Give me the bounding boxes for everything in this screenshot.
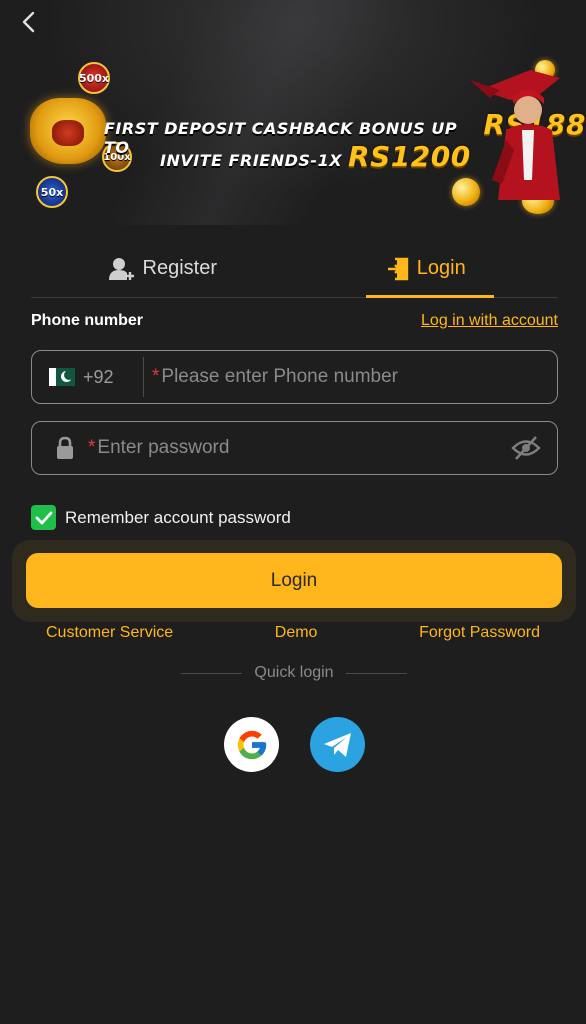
remember-password-checkbox[interactable]: Remember account password (31, 505, 291, 530)
banner-line2-text: INVITE FRIENDS-1X (160, 151, 343, 170)
banner-subline: INVITE FRIENDS-1X RS1200 (160, 140, 471, 173)
login-door-icon (387, 257, 408, 280)
phone-placeholder: Please enter Phone number (161, 366, 399, 387)
badge-label: 500x (78, 71, 110, 85)
telegram-icon (323, 732, 351, 757)
quick-login-label: Quick login (254, 664, 334, 681)
google-icon (237, 730, 266, 759)
phone-label-row: Phone number Log in with account (31, 312, 558, 330)
required-asterisk: * (152, 366, 160, 387)
phone-input[interactable]: * Please enter Phone number (144, 366, 398, 388)
badge-label: 50x (40, 185, 64, 199)
hide-password-icon[interactable] (511, 435, 541, 466)
google-login-button[interactable] (224, 717, 279, 772)
login-button[interactable]: Login (26, 553, 562, 608)
phone-field[interactable]: +92 * Please enter Phone number (31, 350, 558, 404)
customer-service-link[interactable]: Customer Service (46, 624, 173, 642)
login-with-account-link[interactable]: Log in with account (421, 312, 558, 330)
pakistan-flag-icon (49, 368, 75, 386)
quick-login-divider: Quick login (181, 664, 407, 682)
demo-link[interactable]: Demo (275, 624, 318, 642)
country-code: +92 (83, 366, 114, 387)
divider-line (181, 672, 243, 674)
password-field[interactable]: * Enter password (31, 421, 558, 475)
country-code-selector[interactable]: +92 (32, 357, 144, 397)
multiplier-badge-500x: 500x (78, 62, 110, 94)
password-input[interactable]: * Enter password (80, 437, 229, 459)
checkmark-icon (31, 505, 56, 530)
golden-mask-icon (30, 98, 106, 164)
multiplier-badge-50x: 50x (36, 176, 68, 208)
remember-password-label: Remember account password (65, 507, 291, 527)
phone-number-label: Phone number (31, 312, 144, 329)
helper-links: Customer Service Demo Forgot Password (46, 624, 540, 642)
auth-tabs: Register Login (31, 240, 558, 298)
tab-login[interactable]: Login (295, 240, 559, 298)
add-user-icon (108, 257, 134, 280)
back-button[interactable] (14, 8, 42, 36)
banner-line2-amount: RS1200 (348, 140, 471, 173)
tab-register[interactable]: Register (31, 240, 295, 297)
telegram-login-button[interactable] (310, 717, 365, 772)
forgot-password-link[interactable]: Forgot Password (419, 624, 540, 642)
password-placeholder: Enter password (97, 437, 230, 458)
chevron-left-icon (22, 11, 35, 33)
promo-banner[interactable]: 500x 100x 50x FIRST DEPOSIT CASHBACK BON… (0, 0, 586, 225)
divider-line (345, 672, 407, 674)
lock-icon (50, 436, 80, 460)
tab-register-label: Register (142, 257, 217, 279)
tab-login-label: Login (416, 257, 466, 279)
pilot-character-illustration (470, 70, 560, 200)
required-asterisk: * (88, 437, 96, 458)
